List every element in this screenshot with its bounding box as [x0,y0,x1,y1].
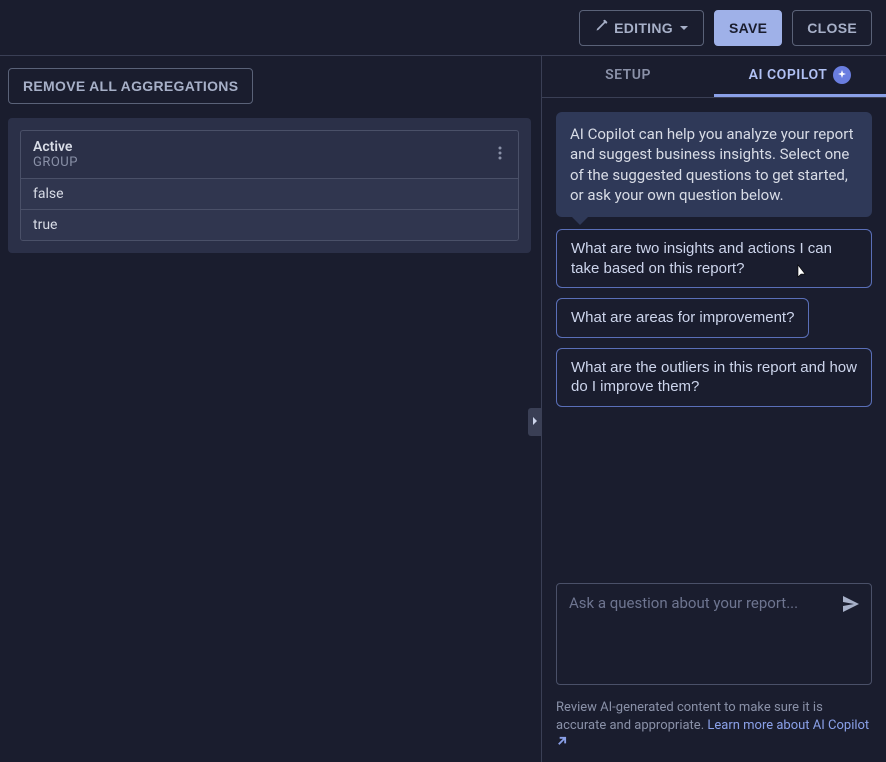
save-label: SAVE [729,20,767,36]
panel-collapse-handle[interactable] [528,408,542,436]
close-label: CLOSE [807,20,857,36]
tab-ai-copilot-label: AI COPILOT [749,67,828,83]
aggregation-row[interactable]: true [21,209,518,240]
suggestion-button[interactable]: What are areas for improvement? [556,298,809,338]
arrow-right-icon [531,414,539,430]
editing-dropdown-button[interactable]: EDITING [579,10,704,46]
sparkle-icon [833,66,851,84]
close-button[interactable]: CLOSE [792,10,872,46]
aggregation-title: Active [33,139,78,155]
external-link-icon [556,735,567,750]
suggestion-button[interactable]: What are two insights and actions I can … [556,229,872,288]
aggregation-title-block: Active GROUP [33,139,78,170]
tab-ai-copilot[interactable]: AI COPILOT [714,56,886,97]
chat-input-wrap [542,583,886,693]
chat-input-box [556,583,872,685]
chat-input[interactable] [569,594,831,670]
tab-setup[interactable]: SETUP [542,56,714,97]
aggregation-inner: Active GROUP false true [20,130,519,241]
aggregation-row[interactable]: false [21,178,518,209]
send-icon[interactable] [843,596,859,616]
copilot-intro-message: AI Copilot can help you analyze your rep… [556,112,872,217]
remove-all-aggregations-label: REMOVE ALL AGGREGATIONS [23,78,238,94]
aggregation-header: Active GROUP [21,131,518,178]
editing-label: EDITING [614,20,673,36]
pencil-icon [594,19,608,36]
copilot-suggestions: What are two insights and actions I can … [556,229,872,407]
tab-setup-label: SETUP [605,67,651,83]
copilot-disclaimer: Review AI-generated content to make sure… [542,693,886,762]
chevron-down-icon [679,20,689,36]
remove-all-aggregations-button[interactable]: REMOVE ALL AGGREGATIONS [8,68,253,104]
main-split: REMOVE ALL AGGREGATIONS Active GROUP fal… [0,56,886,762]
save-button[interactable]: SAVE [714,10,782,46]
left-panel: REMOVE ALL AGGREGATIONS Active GROUP fal… [0,56,542,762]
copilot-chat-area: AI Copilot can help you analyze your rep… [542,98,886,583]
aggregation-card: Active GROUP false true [8,118,531,253]
right-panel-tabs: SETUP AI COPILOT [542,56,886,98]
kebab-menu-icon[interactable] [494,142,506,168]
aggregation-subtitle: GROUP [33,155,78,170]
learn-more-label: Learn more about AI Copilot [707,718,869,733]
right-panel: SETUP AI COPILOT AI Copilot can help you… [542,56,886,762]
suggestion-button[interactable]: What are the outliers in this report and… [556,348,872,407]
chat-spacer [556,419,872,576]
top-toolbar: EDITING SAVE CLOSE [0,0,886,56]
